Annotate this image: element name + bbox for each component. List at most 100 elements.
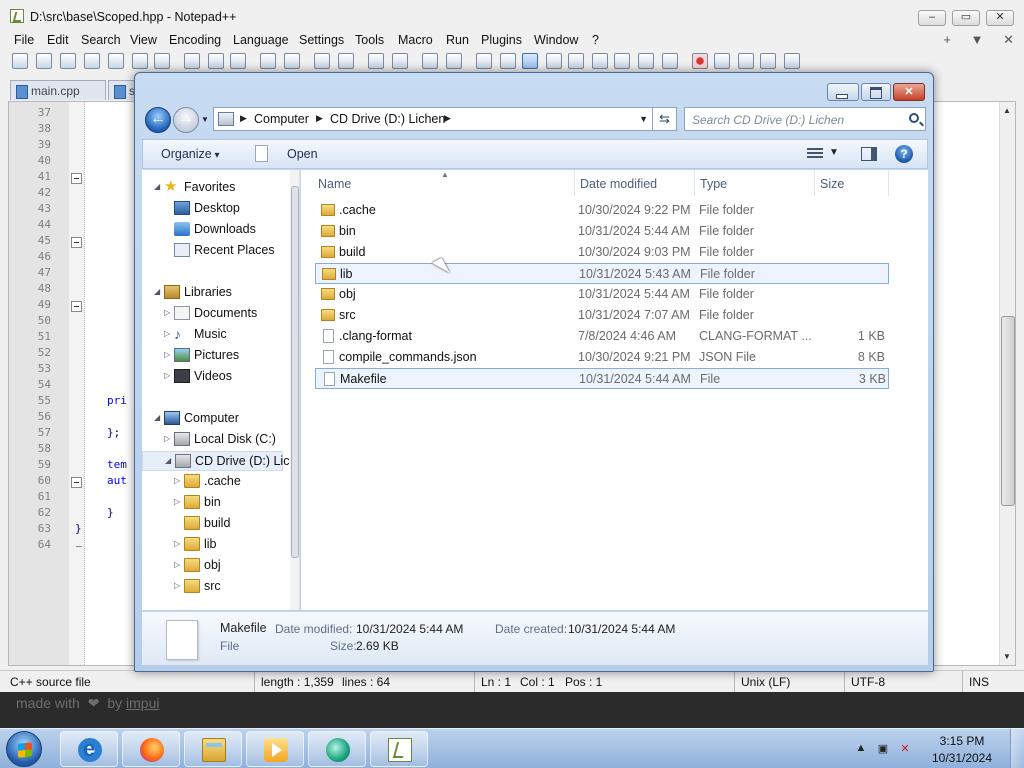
taskbar-windows-explorer[interactable] [184,731,242,767]
volume-muted-icon[interactable]: ✕ [898,742,912,756]
tray-expand-icon[interactable]: ▲ [854,742,868,756]
start-button[interactable] [6,731,42,767]
menu-search[interactable]: Search [81,33,121,47]
file-row[interactable]: compile_commands.json 10/30/2024 9:21 PM J… [315,347,889,368]
explorer-minimize-button[interactable] [827,83,859,101]
tab-list-icon[interactable]: ▼ [971,32,984,47]
copy-icon[interactable] [208,53,224,69]
collapsed-arrow-icon[interactable]: ▷ [164,329,170,338]
save-macro-icon[interactable] [784,53,800,69]
show-desktop-button[interactable] [1010,729,1024,768]
file-row[interactable]: src 10/31/2024 7:07 AM File folder [315,305,889,326]
file-row[interactable]: Makefile 10/31/2024 5:44 AM File 3 KB [315,368,889,389]
collapsed-arrow-icon[interactable]: ▷ [174,581,180,590]
sync-vertical-icon[interactable] [422,53,438,69]
scrollbar-thumb[interactable] [1001,316,1015,506]
menu-run[interactable]: Run [446,33,469,47]
menu-window[interactable]: Window [534,33,578,47]
recent-pages-icon[interactable]: ▼ [201,115,211,125]
file-row[interactable]: build 10/30/2024 9:03 PM File folder [315,242,889,263]
minimize-button[interactable]: – [918,10,946,26]
collapsed-arrow-icon[interactable]: ▷ [174,539,180,548]
chevron-right-icon[interactable]: ▶ [444,113,451,124]
file-row[interactable]: obj 10/31/2024 5:44 AM File folder [315,284,889,305]
menu-encoding[interactable]: Encoding [169,33,221,47]
status-eol[interactable]: Unix (LF) [734,671,790,693]
doc-list-icon[interactable] [592,53,608,69]
taskbar-firefox[interactable] [122,731,180,767]
help-icon[interactable]: ? [895,145,913,163]
file-row[interactable]: .clang-format 7/8/2024 4:46 AM CLANG-FORMA… [315,326,889,347]
file-row[interactable]: lib 10/31/2024 5:43 AM File folder [315,263,889,284]
organize-button[interactable]: Organize [161,147,220,161]
replace-icon[interactable] [338,53,354,69]
monitoring-icon[interactable] [662,53,678,69]
address-dropdown-icon[interactable]: ▼ [639,114,648,124]
views-dropdown-icon[interactable]: ▼ [829,147,839,158]
status-encoding[interactable]: UTF-8 [844,671,885,693]
expanded-arrow-icon[interactable]: ◢ [154,287,160,296]
menu-file[interactable]: File [14,33,34,47]
clock-date[interactable]: 10/31/2024 [922,751,1002,765]
scroll-down-icon[interactable]: ▼ [1003,652,1011,661]
open-button[interactable]: Open [253,147,318,161]
word-wrap-icon[interactable] [476,53,492,69]
cut-icon[interactable] [184,53,200,69]
zoom-out-icon[interactable] [392,53,408,69]
collapsed-arrow-icon[interactable]: ▷ [174,560,180,569]
close-all-icon[interactable] [132,53,148,69]
find-icon[interactable] [314,53,330,69]
column-type[interactable]: Type [695,170,815,196]
menu-help[interactable]: ? [592,33,599,47]
search-icon[interactable] [909,113,919,123]
menu-tools[interactable]: Tools [355,33,384,47]
made-with-link[interactable]: impui [126,695,159,711]
undo-icon[interactable] [260,53,276,69]
taskbar-media-player[interactable] [246,731,304,767]
explorer-maximize-button[interactable] [861,83,891,101]
expanded-arrow-icon[interactable]: ◢ [165,456,171,465]
menu-plugins[interactable]: Plugins [481,33,522,47]
collapsed-arrow-icon[interactable]: ▷ [164,308,170,317]
chevron-right-icon[interactable]: ▶ [240,113,247,124]
play-macro-icon[interactable] [738,53,754,69]
fold-toggle-icon[interactable] [71,477,82,488]
file-row[interactable]: bin 10/31/2024 5:44 AM File folder [315,221,889,242]
menu-macro[interactable]: Macro [398,33,433,47]
network-icon[interactable]: ▣ [876,742,890,756]
close-file-icon[interactable] [108,53,124,69]
taskbar-notepadpp[interactable] [370,731,428,767]
file-row[interactable]: .cache 10/30/2024 9:22 PM File folder [315,200,889,221]
back-button[interactable] [145,107,171,133]
maximize-button[interactable]: ▭ [952,10,980,26]
save-all-icon[interactable] [84,53,100,69]
fold-margin[interactable] [69,102,85,665]
record-macro-icon[interactable] [692,53,708,69]
editor-vertical-scrollbar[interactable]: ▲ ▼ [999,102,1015,665]
fold-toggle-icon[interactable] [71,237,82,248]
nav-cd-drive[interactable]: ◢ CD Drive (D:) Lichen [142,451,299,471]
views-icon[interactable] [807,148,823,160]
sync-horizontal-icon[interactable] [446,53,462,69]
new-tab-icon[interactable]: + [943,32,951,47]
fold-toggle-icon[interactable] [71,301,82,312]
collapsed-arrow-icon[interactable]: ▷ [164,434,170,443]
column-name[interactable]: Name [313,170,575,196]
expanded-arrow-icon[interactable]: ◢ [154,182,160,191]
refresh-button[interactable]: ⇆ [653,107,677,131]
scroll-up-icon[interactable]: ▲ [1003,106,1011,115]
address-bar[interactable]: ▶ Computer ▶ CD Drive (D:) Lichen ▶ ▼ [213,107,653,131]
forward-button[interactable] [173,107,199,133]
expanded-arrow-icon[interactable]: ◢ [154,413,160,422]
indent-guide-icon[interactable] [522,53,538,69]
breadcrumb-drive[interactable]: CD Drive (D:) Lichen [330,112,445,126]
column-date-modified[interactable]: Date modified [575,170,695,196]
search-input[interactable]: Search CD Drive (D:) Lichen [684,107,926,131]
show-all-chars-icon[interactable] [500,53,516,69]
breadcrumb-computer[interactable]: Computer [254,112,309,126]
menu-edit[interactable]: Edit [47,33,69,47]
doc-map-icon[interactable] [568,53,584,69]
scrollbar-thumb[interactable] [291,186,299,558]
tab-main-cpp[interactable]: main.cpp [10,80,106,100]
paste-icon[interactable] [230,53,246,69]
